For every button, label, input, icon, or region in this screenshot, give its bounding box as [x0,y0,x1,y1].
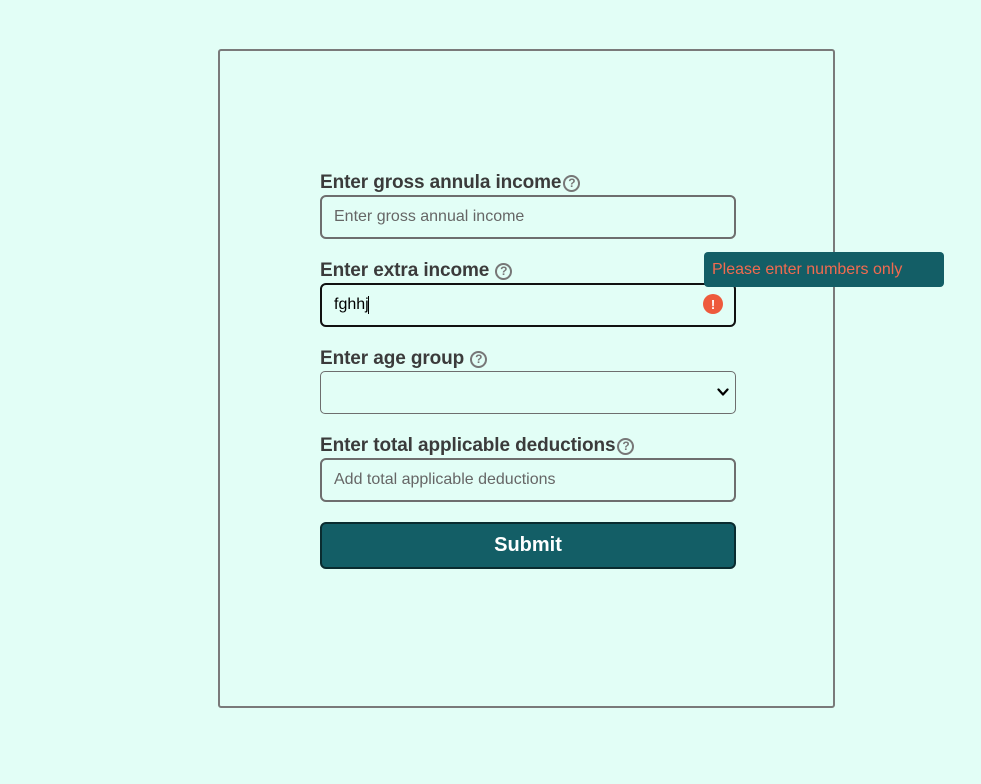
text-caret [368,296,369,314]
question-circle-icon[interactable]: ? [563,174,581,192]
question-circle-icon[interactable]: ? [617,437,635,455]
deductions-label-text: Enter total applicable deductions [320,435,616,456]
gross-income-label: Enter gross annula income ? [320,172,581,194]
extra-income-input[interactable] [320,283,736,327]
age-group-label-text: Enter age group [320,348,465,369]
question-circle-icon[interactable]: ? [470,350,488,368]
age-group-select[interactable] [320,371,736,414]
submit-button[interactable]: Submit [320,522,736,569]
error-tooltip: Please enter numbers only [704,252,944,287]
error-tooltip-text: Please enter numbers only [712,260,903,278]
extra-income-label: Enter extra income ? [320,260,513,282]
deductions-input[interactable] [320,458,736,502]
age-group-label: Enter age group ? [320,348,488,370]
deductions-label: Enter total applicable deductions ? [320,435,635,457]
gross-income-input[interactable] [320,195,736,239]
exclamation-circle-icon: ! [703,294,723,314]
question-circle-icon[interactable]: ? [495,262,513,280]
gross-income-label-text: Enter gross annula income [320,172,562,193]
chevron-down-icon [717,388,729,396]
extra-income-label-text: Enter extra income [320,260,490,281]
